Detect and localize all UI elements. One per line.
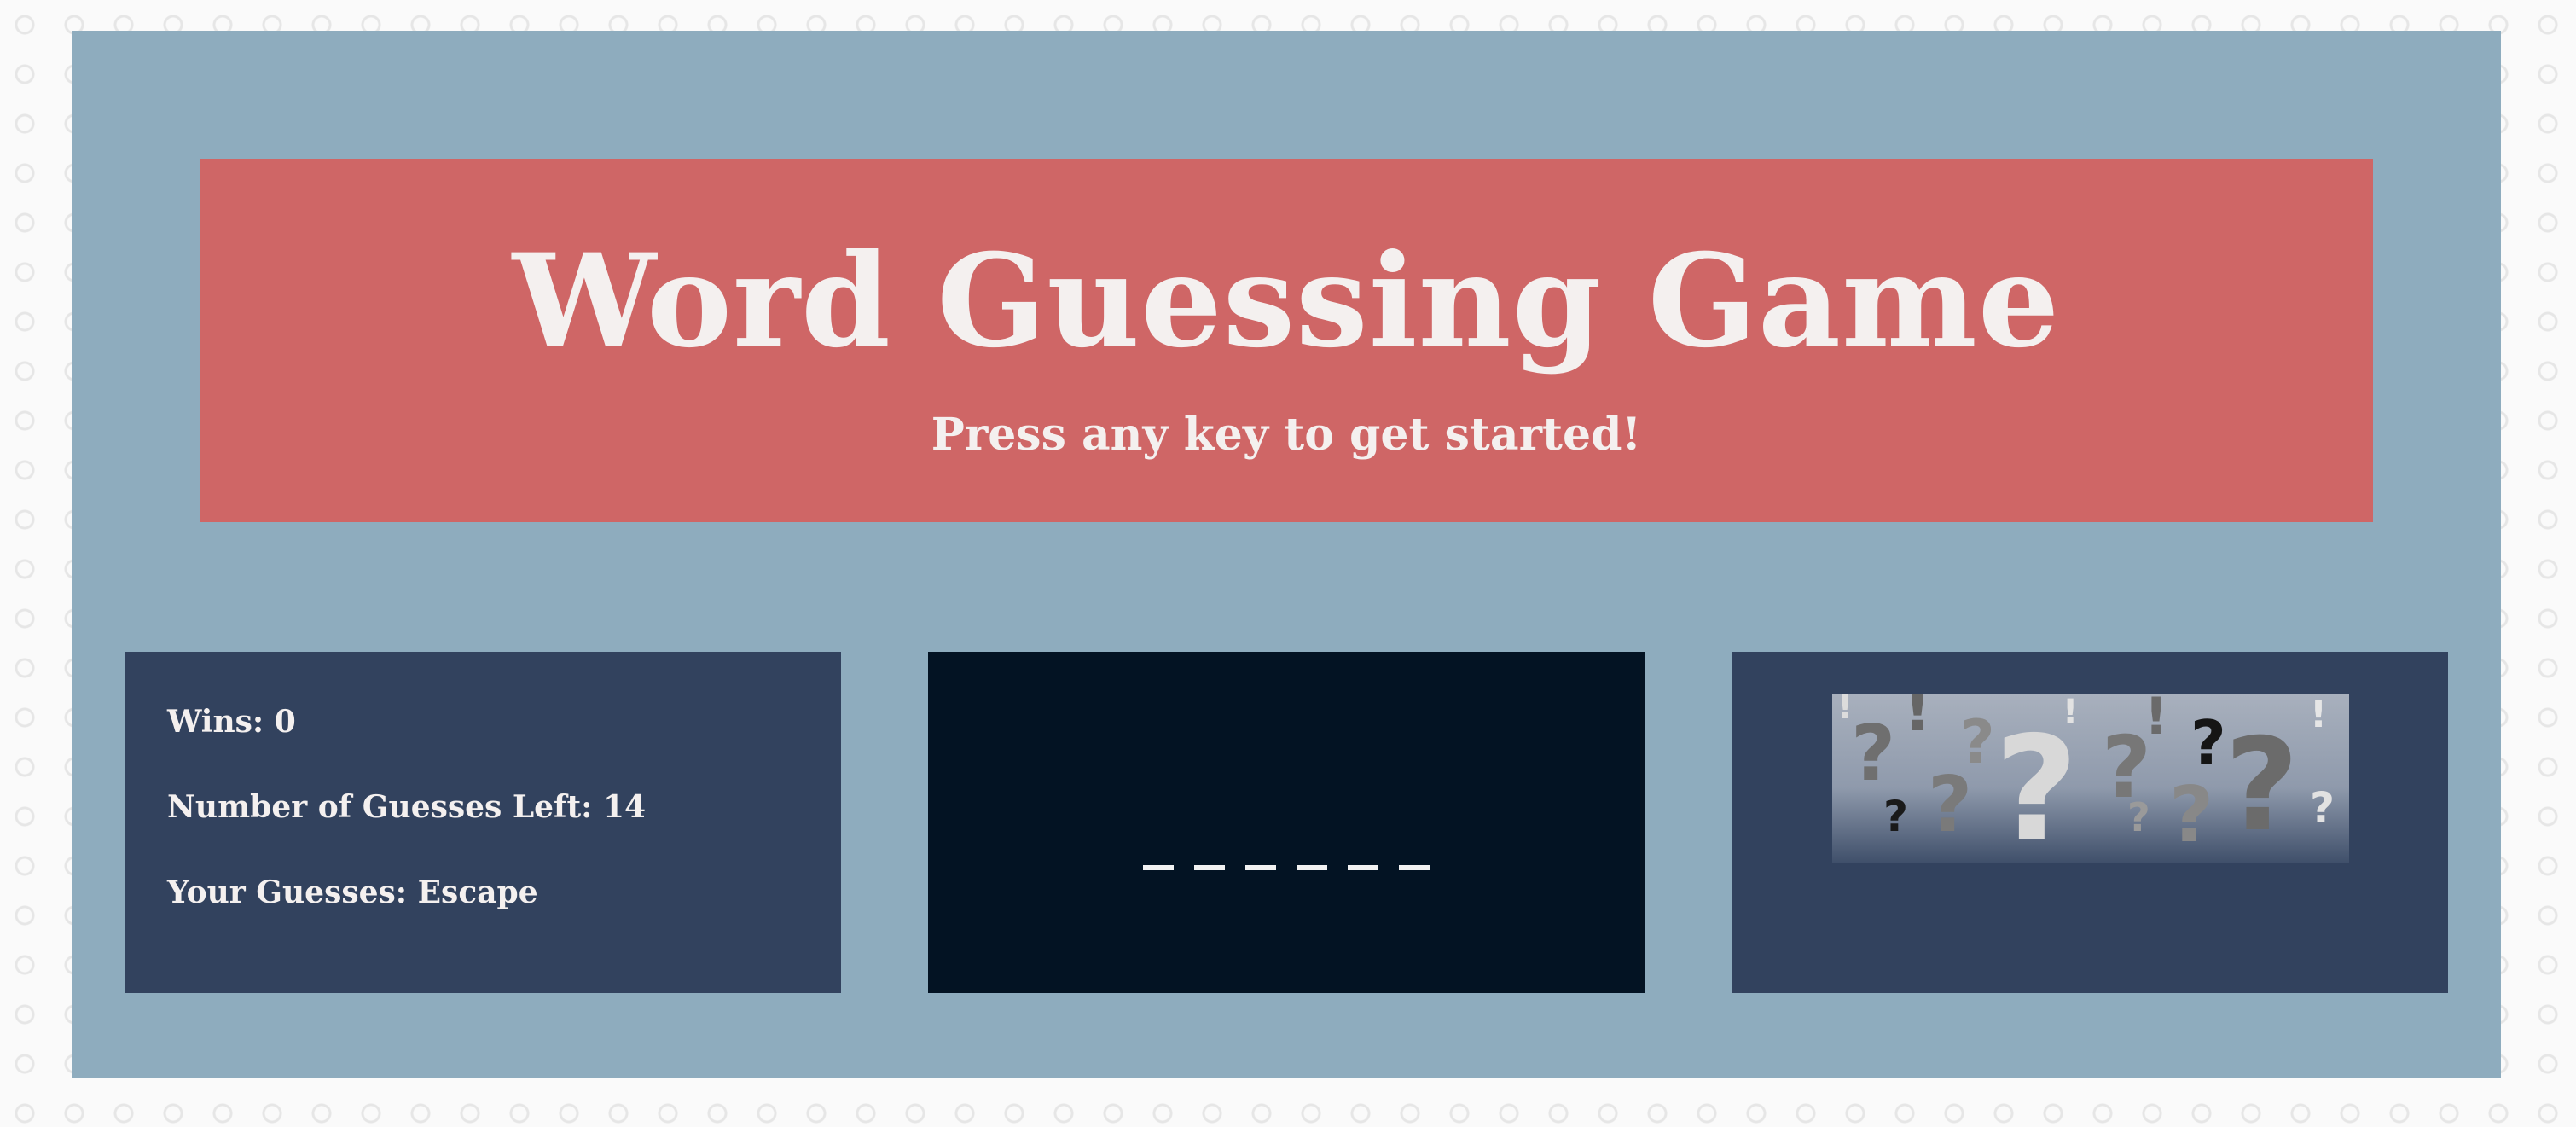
instructions-text: Press any key to get started!: [931, 409, 1642, 461]
header-banner: Word Guessing Game Press any key to get …: [200, 159, 2373, 522]
guesses-left-counter: Number of Guesses Left: 14: [167, 789, 647, 825]
game-container: Word Guessing Game Press any key to get …: [72, 31, 2501, 1078]
letter-blank: [1297, 865, 1327, 870]
svg-text:!: !: [2063, 694, 2078, 732]
letter-blank: [1143, 865, 1174, 870]
letter-blank: [1348, 865, 1378, 870]
wins-counter: Wins: 0: [167, 704, 296, 740]
letter-blank: [1245, 865, 1276, 870]
letter-blank: [1399, 865, 1430, 870]
question-marks-image: ? ! ? ! ? ? ? ! ? ? ! ? ? ? ! ?: [1832, 694, 2349, 863]
svg-text:!: !: [2144, 694, 2167, 746]
svg-text:?: ?: [1851, 709, 1895, 799]
letter-blank: [1194, 865, 1225, 870]
stats-panel: Wins: 0 Number of Guesses Left: 14 Your …: [125, 652, 841, 993]
guessed-letters: Your Guesses: Escape: [167, 874, 538, 910]
svg-text:?: ?: [1883, 792, 1908, 841]
page-title: Word Guessing Game: [512, 226, 2061, 376]
svg-text:?: ?: [2127, 794, 2150, 840]
svg-text:?: ?: [2310, 783, 2335, 833]
word-blanks: [928, 865, 1645, 870]
svg-text:!: !: [2310, 694, 2327, 736]
image-panel: ? ! ? ! ? ? ? ! ? ? ! ? ? ? ! ?: [1732, 652, 2448, 993]
svg-text:?: ?: [2225, 712, 2299, 860]
svg-text:!: !: [1904, 694, 1931, 745]
word-panel: [928, 652, 1645, 993]
svg-text:!: !: [1837, 694, 1853, 727]
svg-text:?: ?: [1960, 707, 1995, 777]
svg-text:?: ?: [2169, 770, 2213, 860]
svg-text:?: ?: [2190, 707, 2226, 779]
